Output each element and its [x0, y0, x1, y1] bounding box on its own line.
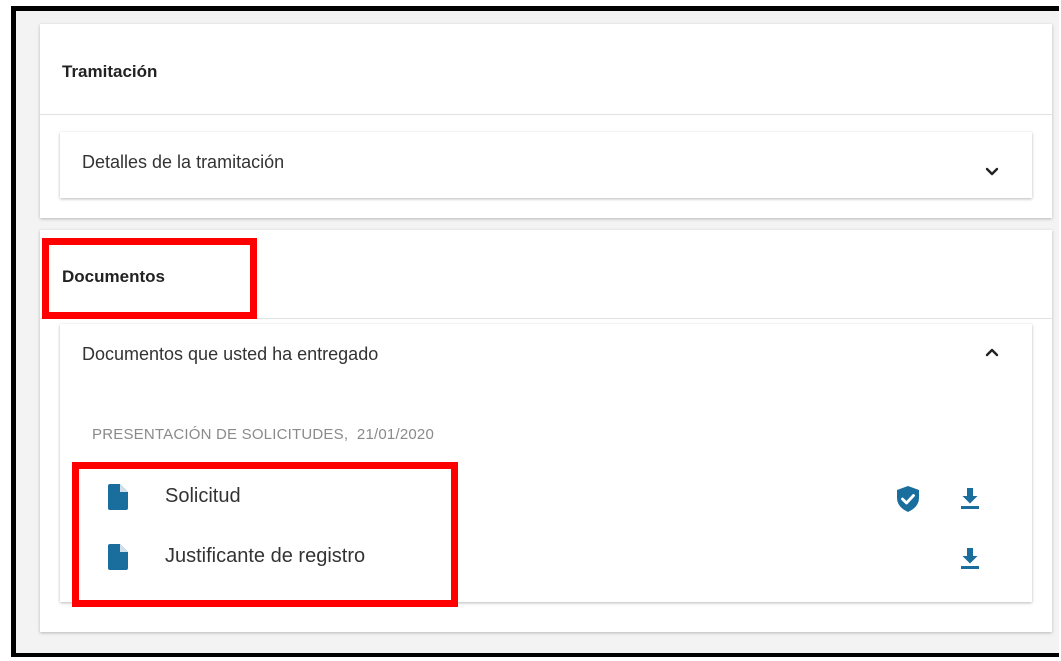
- verified-shield-icon: [897, 486, 919, 512]
- tramitacion-card: Tramitación Detalles de la tramitación: [40, 24, 1052, 218]
- file-name-link[interactable]: Solicitud: [165, 485, 241, 508]
- tramitacion-title: Tramitación: [62, 62, 158, 81]
- chevron-up-icon[interactable]: [982, 342, 1002, 362]
- tramitacion-details-label: Detalles de la tramitación: [82, 152, 285, 172]
- documentos-entregados-header[interactable]: Documentos que usted ha entregado: [60, 324, 1032, 384]
- list-item: Justificante de registro: [60, 538, 1032, 582]
- file-icon: [108, 484, 128, 510]
- file-name-link[interactable]: Justificante de registro: [165, 545, 365, 568]
- divider: [40, 318, 1052, 319]
- list-item: Solicitud: [60, 478, 1032, 522]
- chevron-down-icon[interactable]: [982, 162, 1002, 182]
- file-icon: [108, 544, 128, 570]
- documentos-entregados-label: Documentos que usted ha entregado: [82, 344, 379, 364]
- divider: [40, 114, 1052, 115]
- download-icon[interactable]: [959, 547, 981, 569]
- download-icon[interactable]: [959, 487, 981, 509]
- documentos-entregados-panel: Documentos que usted ha entregado PRESEN…: [60, 324, 1032, 602]
- tramitacion-details-panel[interactable]: Detalles de la tramitación: [60, 132, 1032, 198]
- documentos-card: Documentos Documentos que usted ha entre…: [40, 230, 1052, 632]
- documentos-title: Documentos: [62, 267, 165, 286]
- submission-caption: PRESENTACIÓN DE SOLICITUDES, 21/01/2020: [92, 426, 435, 443]
